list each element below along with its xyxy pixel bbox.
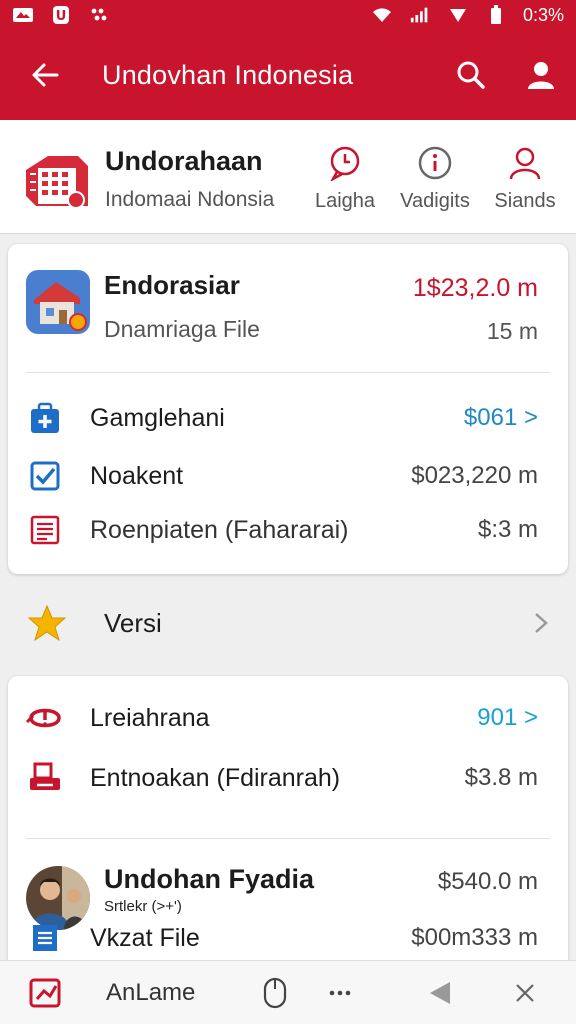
person-amount: $540.0 m <box>437 868 538 895</box>
info-icon <box>390 144 480 182</box>
printer-icon <box>8 761 76 795</box>
list-item-label: Lreiahrana <box>90 703 210 732</box>
list-item-label: Gamglehani <box>90 403 225 432</box>
divider <box>26 372 550 373</box>
back-nav-button[interactable] <box>390 980 490 1006</box>
house-app-icon <box>26 270 90 334</box>
list-item-value: 901 > <box>477 704 538 731</box>
versi-label: Versi <box>104 607 162 638</box>
list-item[interactable]: Vkzat File $00m333 m <box>8 910 568 966</box>
mouse-button[interactable] <box>260 977 290 1009</box>
file-list-icon <box>8 922 76 954</box>
status-bar: U 0:3% <box>0 0 576 30</box>
list-item-value: $3.8 m <box>464 764 538 791</box>
status-time: 0:3% <box>522 4 564 25</box>
app-bar: Undovhan Indonesia <box>0 30 576 120</box>
search-icon <box>457 61 485 89</box>
header-subtitle: Indomaai Ndonsia <box>105 188 275 211</box>
close-button[interactable] <box>490 982 560 1004</box>
bottom-label[interactable]: AnLame <box>90 979 260 1007</box>
action-label: Laigha <box>314 190 376 212</box>
list-item-label: Noakent <box>90 461 184 490</box>
bottom-bar: AnLame <box>0 960 576 1024</box>
versi-row[interactable]: Versi <box>0 588 576 658</box>
list-item[interactable]: Roenpiaten (Fahararai) $:3 m <box>8 502 568 558</box>
more-button[interactable] <box>290 989 390 997</box>
summary-item[interactable]: Endorasiar Dnamriaga File 1$23,2.0 m 15 … <box>8 244 568 372</box>
app-notification-icon: U <box>50 6 72 24</box>
divider <box>26 838 550 839</box>
network-icon <box>447 6 469 24</box>
chat-bubble-icon <box>300 144 390 182</box>
action-label: Vadigits <box>400 190 470 212</box>
header-title: Undorahaan <box>105 146 263 176</box>
search-button[interactable] <box>436 30 506 120</box>
summary-title: Endorasiar <box>104 270 240 300</box>
action-siands[interactable]: Siands <box>480 144 570 213</box>
list-item[interactable]: Lreiahrana 901 > <box>8 690 568 746</box>
notification-icon <box>12 6 34 24</box>
list-item-label: Vkzat File <box>90 923 200 952</box>
signal-icon <box>409 6 431 24</box>
action-label: Siands <box>494 190 556 212</box>
svg-text:U: U <box>56 9 67 24</box>
list-item-value: $:3 m <box>477 516 538 543</box>
mouse-icon <box>263 977 287 1008</box>
list-item[interactable]: Gamglehani $061 > <box>8 390 568 446</box>
summary-subtitle: Dnamriaga File <box>104 316 260 342</box>
action-vadigits[interactable]: Vadigits <box>390 144 480 213</box>
document-icon <box>8 514 76 546</box>
person-outline-icon <box>480 144 570 182</box>
list-item-label: Roenpiaten (Fahararai) <box>90 515 349 544</box>
profile-header: Undorahaan Indomaai Ndonsia Laigha Vadig… <box>0 120 576 234</box>
list-item[interactable]: Noakent $023,220 m <box>8 448 568 504</box>
dots-notification-icon <box>88 6 110 24</box>
list-item[interactable]: Entnoakan (Fdiranrah) $3.8 m <box>8 750 568 806</box>
triangle-left-icon <box>430 981 450 1004</box>
checkbox-icon <box>8 460 76 492</box>
list-item-value: $00m333 m <box>411 924 538 951</box>
back-button[interactable] <box>0 30 90 120</box>
app-bar-title: Undovhan Indonesia <box>102 59 354 90</box>
chevron-right-icon <box>506 611 576 635</box>
more-dots-icon <box>329 990 351 995</box>
arrow-left-icon <box>32 63 59 87</box>
company-logo-icon <box>22 142 92 212</box>
detail-card: Lreiahrana 901 > Entnoakan (Fdiranrah) $… <box>8 676 568 976</box>
person-name: Undohan Fyadia <box>104 864 315 894</box>
chart-button[interactable] <box>0 977 90 1009</box>
wifi-icon <box>371 6 393 24</box>
summary-size: 15 m <box>486 318 538 344</box>
medical-box-icon <box>8 401 76 435</box>
summary-amount: 1$23,2.0 m <box>412 274 538 302</box>
chart-square-icon <box>29 978 61 1007</box>
battery-icon <box>485 5 507 24</box>
summary-card: Endorasiar Dnamriaga File 1$23,2.0 m 15 … <box>8 244 568 574</box>
person-icon <box>528 62 554 89</box>
list-item-value: $023,220 m <box>411 462 538 489</box>
alert-badge-icon <box>8 702 76 734</box>
list-item-value: $061 > <box>463 404 538 431</box>
account-button[interactable] <box>506 30 576 120</box>
star-icon <box>0 605 90 641</box>
close-icon <box>516 983 534 1002</box>
list-item-label: Entnoakan (Fdiranrah) <box>90 763 341 792</box>
action-laigha[interactable]: Laigha <box>300 144 390 213</box>
